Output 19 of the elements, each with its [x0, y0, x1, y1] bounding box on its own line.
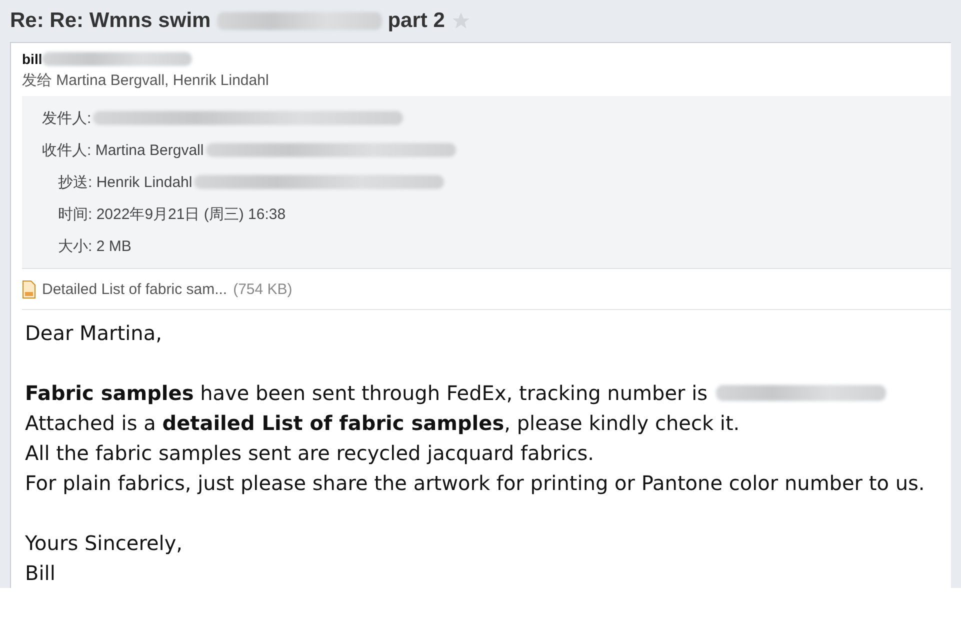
sender-name[interactable]: bill: [22, 51, 42, 67]
body-text: Attached is a detailed List of fabric samples, please kindly check it.: [25, 411, 740, 435]
detail-text: 收件人: Martina Bergvall: [42, 140, 204, 160]
recipients-line: 发给 Martina Bergvall, Henrik Lindahl: [22, 71, 270, 90]
detail-text: 大小: 2 MB: [58, 236, 132, 256]
detail-text: 抄送: Henrik Lindahl: [58, 172, 192, 192]
attachment-size: (754 KB): [233, 280, 292, 298]
email-subject: part 2: [388, 9, 445, 33]
body-text: For plain fabrics, just please share the artwork for printing or Pantone color number to us.: [25, 471, 925, 495]
detail-text: 时间: 2022年9月21日 (周三) 16:38: [58, 204, 286, 224]
attachment-link[interactable]: Detailed List of fabric sam...: [42, 280, 228, 298]
body-text: All the fabric samples sent are recycled jacquard fabrics.: [25, 441, 594, 465]
detail-text: 发件人:: [42, 108, 92, 128]
body-text: Fabric samples have been sent through FedEx, tracking number is: [25, 381, 708, 405]
body-text: Yours Sincerely,: [25, 531, 183, 555]
document-icon[interactable]: [22, 280, 36, 298]
email-subject: Re: Re: Wmns swim: [10, 9, 211, 33]
body-text: Dear Martina,: [25, 321, 162, 345]
body-text: Bill: [25, 561, 56, 585]
